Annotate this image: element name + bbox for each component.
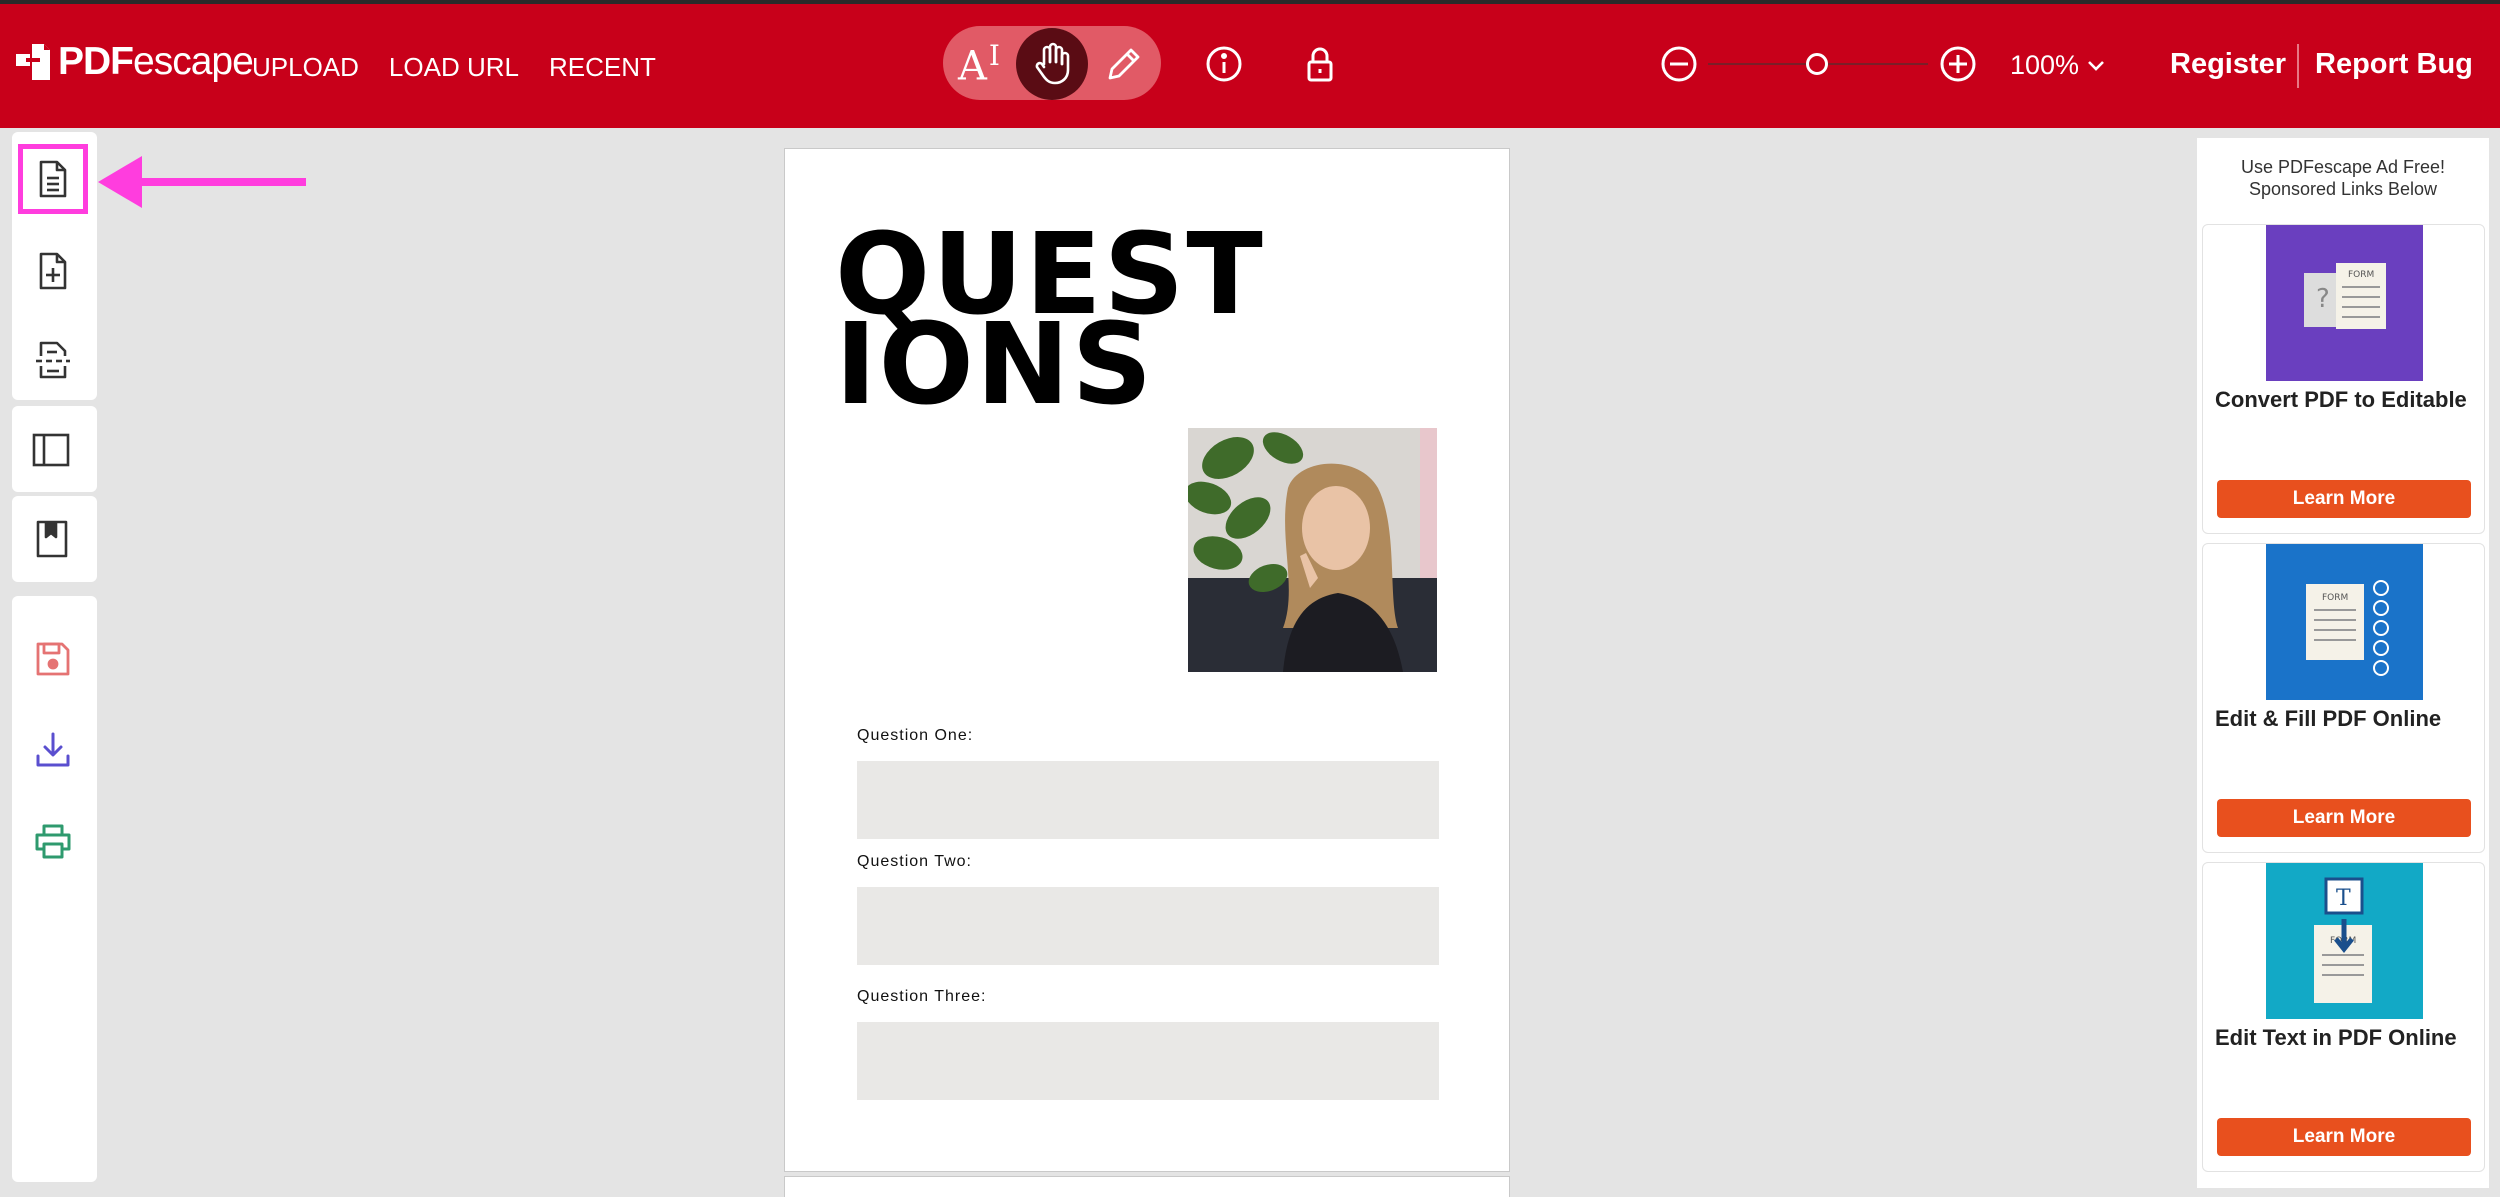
recent-link[interactable]: RECENT (549, 52, 656, 83)
upload-link[interactable]: UPLOAD (252, 52, 359, 83)
logo-text: PDFescape (58, 40, 254, 83)
document-title: QUEST IONS (835, 219, 1265, 421)
question-two-label: Question Two: (857, 853, 972, 870)
zoom-in-icon[interactable] (1938, 44, 1978, 84)
edit-text-icon: T FORM (2266, 863, 2423, 1019)
ad-title: Convert PDF to Editable (2215, 387, 2467, 412)
svg-text:FORM: FORM (2348, 270, 2374, 280)
question-three-label: Question Three: (857, 988, 987, 1005)
app-header: PDFescape UPLOAD LOAD URL RECENT (0, 4, 2500, 128)
next-pdf-page[interactable] (784, 1176, 1510, 1197)
info-icon[interactable] (1204, 44, 1244, 84)
question-three-field[interactable] (857, 1022, 1439, 1100)
top-nav: UPLOAD LOAD URL RECENT (252, 52, 656, 83)
ad-title: Edit Text in PDF Online (2215, 1025, 2457, 1050)
question-one-label: Question One: (857, 727, 974, 744)
ad-card-edit-text[interactable]: T FORM Edit Text in PDF Online Learn Mor… (2202, 862, 2485, 1172)
add-page-icon[interactable] (33, 251, 73, 291)
zoom-level-value: 100% (2010, 50, 2080, 80)
ad-free-note[interactable]: Use PDFescape Ad Free! Sponsored Links B… (2197, 156, 2489, 200)
print-icon[interactable] (33, 822, 73, 862)
sponsored-panel: Use PDFescape Ad Free! Sponsored Links B… (2197, 138, 2489, 1188)
text-tool-icon: AI (958, 38, 1000, 90)
draw-tool-button[interactable] (1088, 31, 1160, 97)
sidebar-group-output (12, 596, 97, 1182)
zoom-level-select[interactable]: 100% (2010, 50, 2105, 81)
bookmark-icon[interactable] (32, 519, 72, 559)
question-two-field[interactable] (857, 887, 1439, 965)
load-url-link[interactable]: LOAD URL (389, 52, 519, 83)
ad-title: Edit & Fill PDF Online (2215, 706, 2442, 731)
logo-mark-icon (16, 44, 50, 80)
learn-more-button[interactable]: Learn More (2217, 1118, 2471, 1156)
svg-text:T: T (2336, 886, 2351, 911)
text-tool-button[interactable]: AI (943, 31, 1015, 97)
register-link[interactable]: Register (2170, 48, 2286, 81)
convert-form-icon: ? FORM (2266, 225, 2423, 381)
ad-card-convert[interactable]: ? FORM Convert PDF to Editable Learn Mor… (2202, 224, 2485, 534)
learn-more-button[interactable]: Learn More (2217, 480, 2471, 518)
pdf-page[interactable]: QUEST IONS Question One: Question Two: Q… (784, 148, 1510, 1172)
hand-tool-button[interactable] (1016, 28, 1088, 100)
panel-icon[interactable] (31, 430, 71, 470)
download-icon[interactable] (33, 730, 73, 770)
lock-icon[interactable] (1300, 44, 1340, 84)
zoom-slider-handle[interactable] (1806, 53, 1828, 75)
split-page-icon[interactable] (33, 340, 73, 380)
pencil-icon (1108, 48, 1140, 80)
ad-card-edit-fill[interactable]: FORM Edit & Fill PDF Online Learn More (2202, 543, 2485, 853)
woman-with-plant-photo (1188, 428, 1437, 672)
hand-icon (1035, 42, 1070, 85)
chevron-down-icon (2088, 60, 2104, 71)
fill-form-icon: FORM (2266, 544, 2423, 700)
svg-text:FORM: FORM (2322, 593, 2348, 603)
zoom-out-icon[interactable] (1659, 44, 1699, 84)
report-bug-link[interactable]: Report Bug (2315, 48, 2473, 81)
save-icon[interactable] (33, 639, 73, 679)
document-icon[interactable] (33, 159, 73, 199)
learn-more-button[interactable]: Learn More (2217, 799, 2471, 837)
svg-text:?: ? (2316, 284, 2330, 314)
header-divider (2297, 44, 2299, 88)
pointer-arrow (98, 156, 306, 208)
question-one-field[interactable] (857, 761, 1439, 839)
pdfescape-logo[interactable]: PDFescape (16, 40, 254, 84)
